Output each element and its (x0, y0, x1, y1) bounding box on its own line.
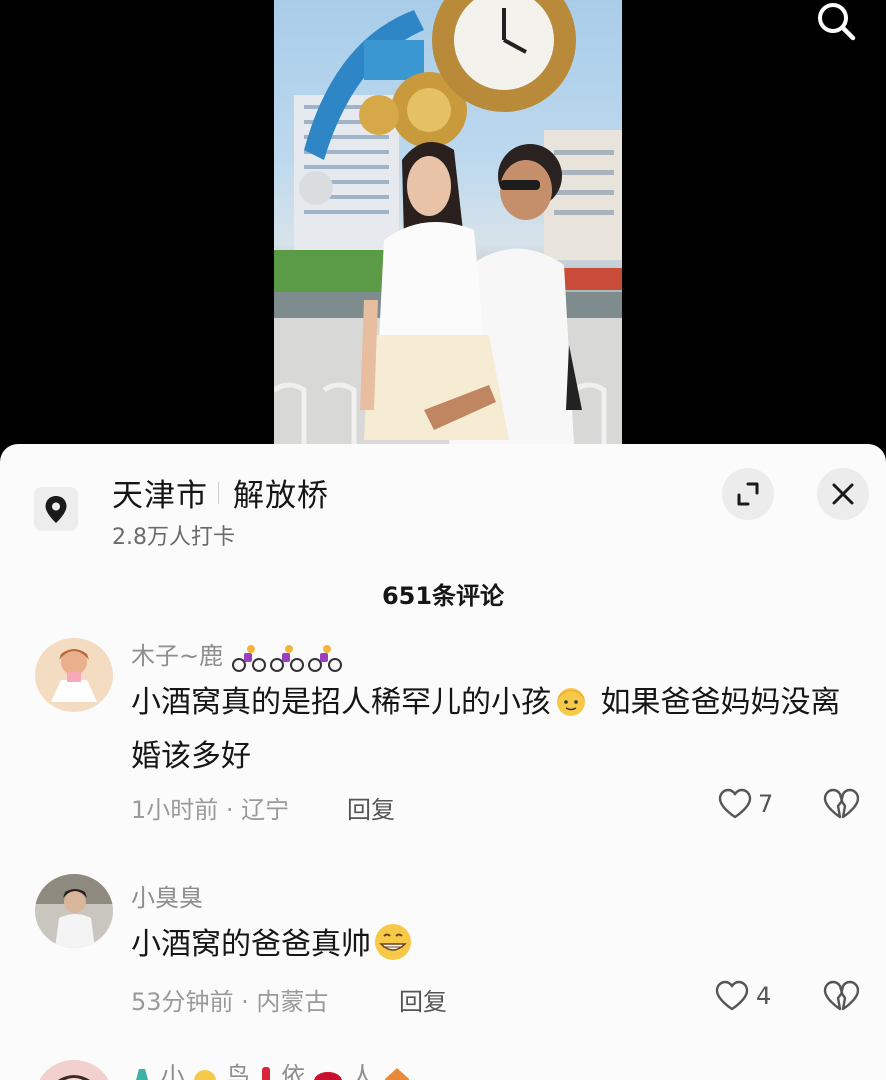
username[interactable]: 小臭臭 (131, 878, 203, 913)
avatar-cartoon-girl-image (35, 638, 113, 712)
like-count: 7 (758, 790, 774, 818)
chick-emoji-icon (194, 1070, 217, 1080)
location-pin-icon (45, 496, 67, 523)
girl-emoji-icon (557, 688, 585, 716)
reply-button[interactable]: 回复 (347, 790, 395, 825)
video-area[interactable] (0, 0, 886, 444)
title-divider (218, 482, 219, 504)
lipstick-emoji-icon (261, 1067, 270, 1080)
location-title[interactable]: 天津市 解放桥 (112, 470, 329, 515)
location-city: 天津市 (112, 478, 208, 514)
avatar-child-photo-image (35, 874, 113, 948)
close-button[interactable] (817, 468, 869, 520)
comment-text: 小酒窝的爸爸真帅 (131, 918, 851, 972)
dislike-button[interactable] (823, 978, 863, 1018)
video-frame[interactable] (274, 0, 622, 444)
house-emoji-icon (385, 1068, 410, 1080)
comment-item: 小 鸟 依 人 (0, 1056, 886, 1080)
video-still-image (274, 0, 622, 444)
expand-button[interactable] (722, 468, 774, 520)
avatar-photo-image (35, 1060, 113, 1080)
comment-meta: 53分钟前 · 内蒙古 (131, 988, 329, 1016)
comment-item: 小臭臭 小酒窝的爸爸真帅 53分钟前 · 内蒙古 回复 4 (0, 874, 886, 1024)
cyclist-emoji-icon (231, 645, 342, 672)
avatar[interactable] (35, 1060, 113, 1080)
avatar[interactable] (35, 874, 113, 948)
location-place: 解放桥 (233, 478, 329, 514)
reply-button[interactable]: 回复 (399, 982, 447, 1017)
comments-sheet: 天津市 解放桥 2.8万人打卡 651条评论 木子~鹿 小酒窝真的是招人稀罕儿的… (0, 444, 886, 1080)
close-icon (832, 483, 854, 505)
comment-item: 木子~鹿 小酒窝真的是招人稀罕儿的小孩 如果爸爸妈妈没离婚该多好 1小时前 · … (0, 638, 886, 838)
comment-meta: 1小时前 · 辽宁 (131, 796, 290, 824)
grinning-face-emoji-icon (375, 924, 411, 960)
dislike-button[interactable] (823, 786, 863, 826)
broken-heart-icon (823, 788, 860, 819)
location-pin-badge[interactable] (34, 487, 78, 531)
heart-icon (715, 980, 749, 1011)
checkin-count: 2.8万人打卡 (112, 525, 235, 550)
search-icon (818, 3, 856, 41)
avatar[interactable] (35, 638, 113, 712)
lips-emoji-icon (313, 1072, 342, 1080)
broken-heart-icon (823, 980, 860, 1011)
heart-icon (718, 788, 752, 819)
search-button[interactable] (806, 0, 864, 46)
expand-icon (737, 482, 759, 506)
dress-emoji-icon (136, 1069, 148, 1080)
username[interactable]: 木子~鹿 (131, 636, 345, 673)
comment-text: 小酒窝真的是招人稀罕儿的小孩 如果爸爸妈妈没离婚该多好 (131, 676, 851, 784)
username[interactable]: 小 鸟 依 人 (131, 1056, 412, 1080)
like-count: 4 (756, 982, 772, 1010)
comment-count: 651条评论 (381, 582, 505, 610)
